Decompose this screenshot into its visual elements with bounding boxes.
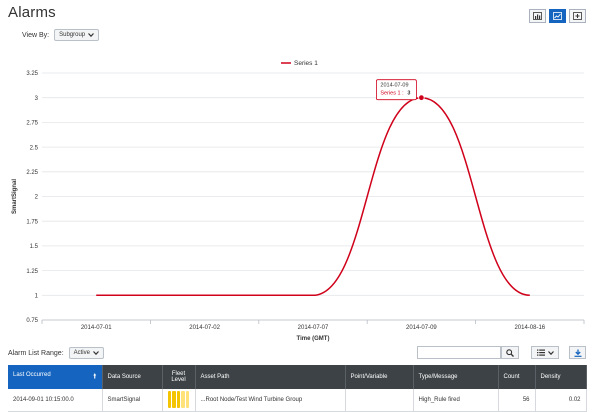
line-chart-icon [553,12,562,20]
download-button[interactable] [569,346,586,359]
list-icon [536,349,545,356]
line-chart: 0.75 1 1.25 1.5 1.75 2 2.25 2.5 2.75 3 3.25 2014-07… [12,60,585,342]
search-input[interactable] [417,346,501,359]
highlighted-data-point [418,94,425,101]
tooltip-value: 3 [407,91,410,97]
y-tick-label: 2 [35,195,39,201]
page-title: Alarms [8,4,56,21]
chart-area: 0.75 1 1.25 1.5 1.75 2 2.25 2.5 2.75 3 3.25 2014-07… [0,52,594,344]
cell-density: 0.02 [535,389,587,412]
fleet-level-bar [181,391,185,409]
y-tick-label: 2.25 [26,170,38,176]
y-tick-label: 1.25 [26,269,38,275]
x-tick-label: 2014-07-09 [406,325,437,331]
fleet-level-bar [167,391,172,409]
table-tools [417,346,586,359]
chevron-down-icon [547,350,554,355]
chevron-down-icon [88,33,95,37]
tooltip-date: 2014-07-09 [380,83,408,89]
legend-label: Series 1 [294,60,318,67]
column-header-density[interactable]: Density [535,365,587,389]
alarm-list-range-value: Active [73,350,90,356]
fleet-level-bar [176,391,181,409]
cell-data-source: SmartSignal [102,389,163,412]
fleet-level-bar [185,391,190,409]
bar-chart-view-button[interactable] [529,9,546,23]
chevron-down-icon [93,351,99,355]
search-icon [506,348,514,357]
line-chart-view-button[interactable] [549,9,566,23]
y-tick-label: 1.75 [26,219,38,225]
view-by-dropdown[interactable]: Subgroup [54,29,100,41]
search-button[interactable] [501,346,519,359]
y-tick-label: 0.75 [26,318,38,324]
tooltip-series: Series 1 : [380,91,404,97]
column-header-data-source[interactable]: Data Source [102,365,163,389]
column-header-count[interactable]: Count [498,365,536,389]
y-tick-label: 3.25 [26,71,38,77]
y-tick-label: 3 [35,96,39,102]
x-tick-label: 2014-07-01 [81,325,112,331]
alarm-list-range-dropdown[interactable]: Active [68,347,104,359]
column-header-type-message[interactable]: Type/Message [413,365,499,389]
column-header-label: Last Occurred [13,371,51,378]
y-tick-label: 1.5 [30,244,39,250]
y-axis-title: SmartSignal [12,179,18,214]
fleet-level-bar [172,391,176,409]
view-toggle-group [529,9,586,23]
view-by-control: View By: Subgroup [22,29,100,41]
add-panel-button[interactable] [569,9,586,23]
x-tick-label: 2014-07-02 [189,325,220,331]
alarms-table: Last Occurred 🠙 Data Source Fleet Level A… [8,365,587,412]
view-by-value: Subgroup [59,32,86,38]
download-icon [574,349,581,357]
alarm-list-range-label: Alarm List Range: [8,349,64,357]
table-row[interactable]: 2014-09-01 10:15:00.0 SmartSignal ...Roo… [8,389,587,412]
add-panel-icon [573,12,582,20]
alarm-list-range: Alarm List Range: Active [8,347,104,359]
bar-chart-icon [533,12,542,20]
cell-last-occurred: 2014-09-01 10:15:00.0 [8,389,103,412]
column-header-point-variable[interactable]: Point/Variable [345,365,414,389]
column-options-button[interactable] [531,346,559,359]
y-tick-label: 1 [35,294,39,300]
cell-fleet-level [162,389,196,412]
sort-ascending-icon: 🠙 [92,372,97,380]
y-tick-label: 2.5 [30,145,39,151]
view-by-label: View By: [22,31,50,39]
x-axis-title: Time (GMT) [297,336,330,342]
fleet-level-indicator [167,391,190,409]
cell-point-variable [345,389,414,412]
y-tick-label: 2.75 [26,121,38,127]
x-tick-label: 2014-08-16 [514,325,545,331]
cell-count: 56 [498,389,536,412]
column-header-last-occurred[interactable]: Last Occurred 🠙 [8,365,103,389]
cell-asset-path: ...Root Node/Test Wind Turbine Group [195,389,346,412]
x-tick-label: 2014-07-07 [298,325,329,331]
column-header-asset-path[interactable]: Asset Path [195,365,346,389]
table-header-row: Last Occurred 🠙 Data Source Fleet Level A… [8,365,587,389]
cell-type-message: High_Rule fired [413,389,499,412]
column-header-fleet-level[interactable]: Fleet Level [162,365,196,389]
